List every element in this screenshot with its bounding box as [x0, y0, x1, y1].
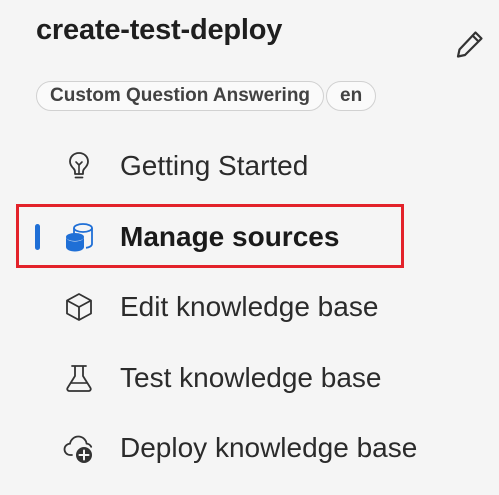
nav-item-label: Manage sources — [120, 221, 340, 252]
pencil-icon — [456, 31, 483, 58]
nav-item-getting-started[interactable]: Getting Started — [22, 136, 406, 196]
nav-item-manage-sources[interactable]: Manage sources — [22, 207, 406, 267]
nav-item-label: Edit knowledge base — [120, 291, 379, 322]
nav-item-label: Test knowledge base — [120, 362, 382, 393]
project-title: create-test-deploy — [36, 14, 283, 46]
project-tags: Custom Question Answering en — [36, 81, 377, 111]
project-nav-panel: create-test-deploy Custom Question Answe… — [0, 0, 499, 495]
beaker-icon — [62, 361, 96, 395]
nav-item-edit-knowledge-base[interactable]: Edit knowledge base — [22, 277, 406, 337]
nav-item-label: Getting Started — [120, 150, 309, 181]
active-indicator — [35, 224, 40, 250]
lightbulb-icon — [62, 149, 96, 183]
nav-item-label: Deploy knowledge base — [120, 432, 418, 463]
cloud-add-icon — [62, 431, 96, 465]
database-icon — [62, 220, 96, 254]
language-tag: en — [326, 81, 377, 111]
project-type-tag: Custom Question Answering — [36, 81, 325, 111]
nav-item-test-knowledge-base[interactable]: Test knowledge base — [22, 348, 406, 408]
nav-item-deploy-knowledge-base[interactable]: Deploy knowledge base — [22, 418, 417, 478]
edit-project-button[interactable] — [450, 24, 490, 64]
cube-icon — [62, 290, 96, 324]
